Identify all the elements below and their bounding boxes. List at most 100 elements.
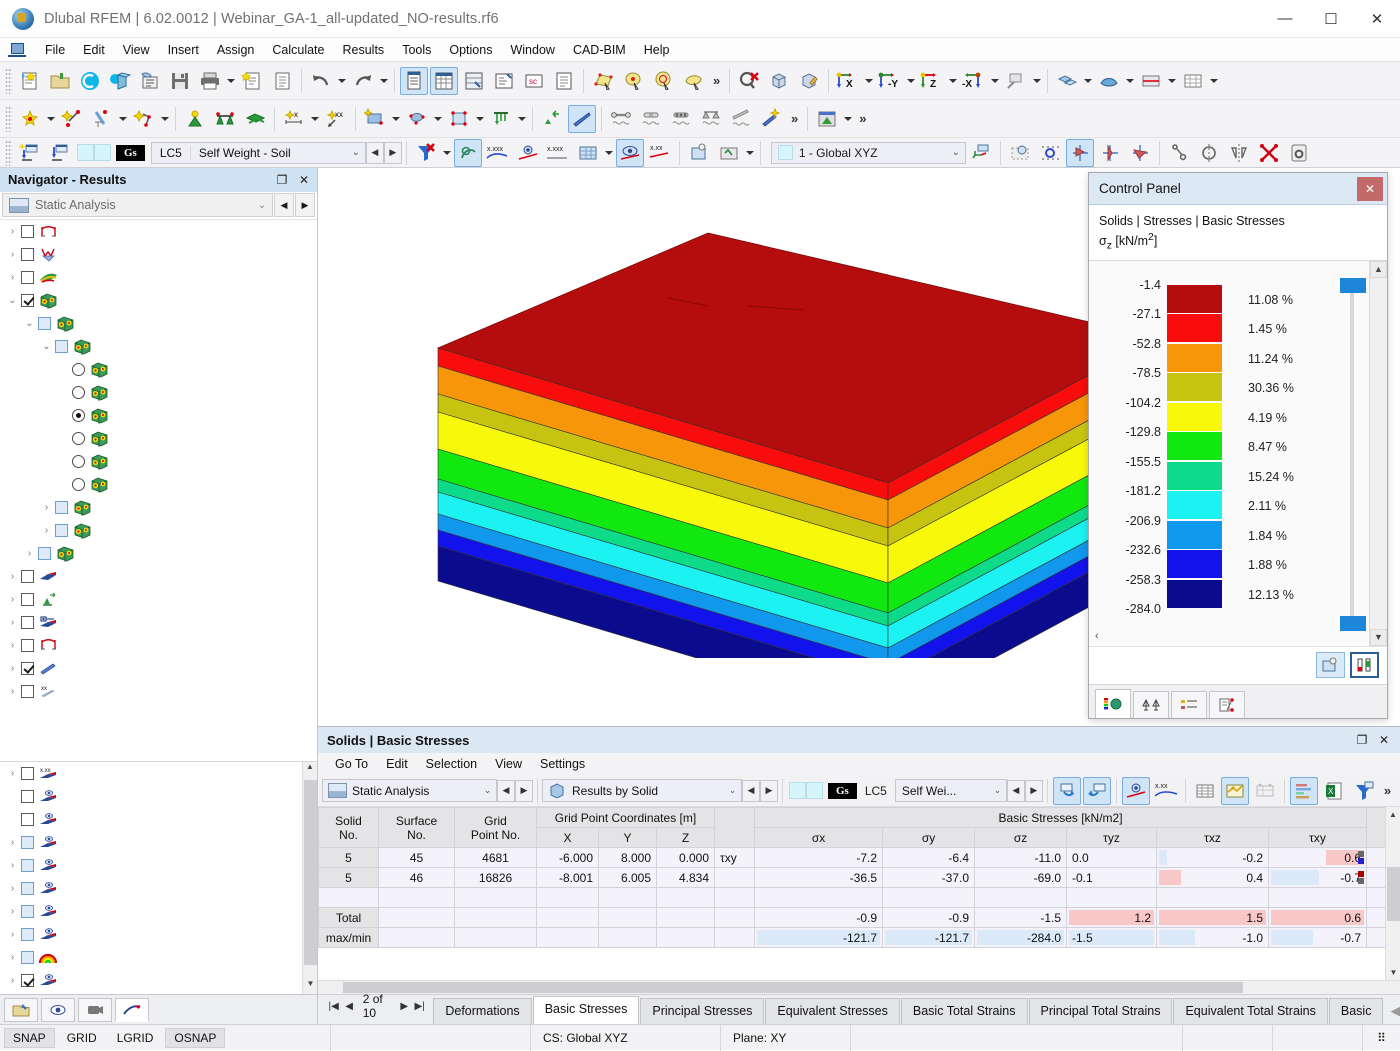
chevron-down-icon[interactable]: ⌄ — [724, 785, 741, 796]
filter-results-icon[interactable] — [412, 139, 440, 167]
show-values-icon[interactable]: x.xx — [1152, 777, 1180, 805]
expand-toggle-icon[interactable]: › — [4, 837, 21, 848]
table-lc-next[interactable]: ▶ — [1025, 780, 1043, 802]
chevron-down-icon[interactable]: ⌄ — [947, 147, 965, 158]
goto-previous-icon[interactable] — [1053, 777, 1081, 805]
result-tab-equivalent-total-strains[interactable]: Equivalent Total Strains — [1173, 998, 1327, 1024]
tree-item-yz[interactable] — [0, 427, 317, 450]
checkbox-checked[interactable] — [21, 974, 34, 987]
toolbar-overflow-1[interactable]: » — [708, 73, 725, 88]
filter-table-icon[interactable] — [1350, 777, 1378, 805]
expand-toggle-icon[interactable]: › — [4, 617, 21, 628]
tree-item-releases[interactable]: › — [0, 611, 317, 634]
line-support-icon[interactable] — [211, 105, 239, 133]
mesh-points-icon[interactable] — [1036, 139, 1064, 167]
result-tab-basic-total-strains[interactable]: Basic Total Strains — [901, 998, 1028, 1024]
expand-toggle-icon[interactable]: ⌄ — [21, 318, 38, 329]
snapshot-dropdown-icon[interactable] — [744, 139, 756, 167]
redo-dropdown-icon[interactable] — [378, 67, 390, 95]
menu-window[interactable]: Window — [501, 40, 563, 60]
cloud-connect-icon[interactable] — [76, 67, 104, 95]
tabs-scroll-left-icon[interactable]: ◀ — [1390, 1003, 1400, 1019]
tree-item-values-on-surfaces[interactable]: › — [0, 923, 317, 946]
new-model-icon[interactable] — [16, 67, 44, 95]
toolbar-overflow-3[interactable]: » — [854, 111, 871, 126]
checkbox[interactable] — [21, 570, 34, 583]
expand-toggle-icon[interactable]: › — [4, 860, 21, 871]
menu-help[interactable]: Help — [635, 40, 679, 60]
checkbox[interactable] — [21, 271, 34, 284]
result-section-icon[interactable] — [568, 105, 596, 133]
analysis-prev-button[interactable]: ◀ — [274, 193, 294, 217]
tree-item-solids[interactable]: ⌄ — [0, 289, 317, 312]
select-circle-icon[interactable] — [649, 67, 677, 95]
print-icon[interactable] — [196, 67, 224, 95]
legend-color-band[interactable] — [1167, 403, 1222, 431]
checkbox-partial[interactable] — [55, 501, 68, 514]
scroll-thumb[interactable] — [1387, 867, 1400, 921]
checkbox-partial[interactable] — [55, 524, 68, 537]
analysis-type-selector[interactable]: Static Analysis ⌄ — [2, 193, 273, 217]
checkbox[interactable] — [21, 248, 34, 261]
opening-dropdown-icon[interactable] — [474, 105, 486, 133]
tree-item-surfaces[interactable]: › — [0, 900, 317, 923]
redo-icon[interactable] — [349, 67, 377, 95]
solid-dropdown-icon[interactable] — [432, 105, 444, 133]
menu-cad-bim[interactable]: CAD-BIM — [564, 40, 635, 60]
tree-item-xy[interactable] — [0, 473, 317, 496]
pager-last-icon[interactable]: ▶| — [414, 1001, 425, 1012]
visibility-eye-icon[interactable] — [616, 139, 644, 167]
menu-tools[interactable]: Tools — [393, 40, 440, 60]
color-legend[interactable]: -1.4-27.1-52.8-78.5-104.2-129.8-155.5-18… — [1089, 261, 1369, 646]
th-tau-xy[interactable]: τxy — [1269, 828, 1367, 848]
deselect-icon[interactable] — [735, 67, 763, 95]
table-float-icon[interactable]: ❐ — [1354, 733, 1370, 747]
cell-tau-xy[interactable]: 0.6 — [1269, 848, 1367, 868]
scroll-thumb-horizontal[interactable] — [343, 982, 1243, 993]
select-surface-icon[interactable] — [589, 67, 617, 95]
menu-file[interactable]: File — [36, 40, 74, 60]
checkbox[interactable] — [21, 639, 34, 652]
view-negy-dropdown-icon[interactable] — [905, 67, 917, 95]
value-xxx-icon[interactable]: x.xxx — [544, 139, 572, 167]
member-dropdown-icon[interactable] — [159, 105, 171, 133]
checkbox-partial[interactable] — [21, 951, 34, 964]
pager-first-icon[interactable]: |◀ — [328, 1001, 339, 1012]
table-menu-settings[interactable]: Settings — [531, 755, 594, 773]
iso-dropdown-icon[interactable] — [603, 139, 615, 167]
checkbox-partial[interactable] — [21, 928, 34, 941]
surface-new-dropdown-icon[interactable] — [390, 105, 402, 133]
tree-item-principal-stresses[interactable]: › — [0, 496, 317, 519]
cell-surface-no[interactable]: 45 — [379, 848, 455, 868]
legend-color-band[interactable] — [1167, 285, 1222, 313]
result-values-label-icon[interactable]: x.xx — [646, 139, 674, 167]
slider-knob-upper[interactable] — [1340, 278, 1366, 293]
expand-toggle-icon[interactable]: ⌄ — [4, 295, 21, 306]
checkbox-partial[interactable] — [21, 836, 34, 849]
table-analysis-prev[interactable]: ◀ — [497, 780, 515, 802]
cell-tau-xy[interactable]: -0.7 — [1269, 868, 1367, 888]
radio-button[interactable] — [72, 386, 85, 399]
document-icon[interactable] — [268, 67, 296, 95]
chevron-down-icon[interactable]: ⌄ — [479, 785, 496, 796]
result-tab-basic-stresses[interactable]: Basic Stresses — [533, 996, 640, 1024]
tree-item-support-reactions[interactable]: › — [0, 992, 317, 994]
model-viewport-3d[interactable]: Control Panel ✕ Solids | Stresses | Basi… — [318, 168, 1400, 726]
pager-prev-icon[interactable]: ◀ — [343, 1001, 354, 1012]
values-xxx-icon[interactable]: x.xxx — [484, 139, 512, 167]
model-info-icon[interactable] — [136, 67, 164, 95]
chevron-down-icon[interactable]: ⌄ — [989, 785, 1006, 796]
toolbar-grip[interactable] — [5, 68, 12, 94]
pager-next-icon[interactable]: ▶ — [399, 1001, 410, 1012]
move-copy-icon[interactable] — [1165, 139, 1193, 167]
view-z-icon[interactable]: Z — [918, 67, 946, 95]
settings-gear-icon[interactable] — [1285, 139, 1313, 167]
cell-sigma-z[interactable]: -11.0 — [975, 848, 1067, 868]
tree-item-result-values[interactable]: ›x.xx — [0, 762, 317, 785]
delete-icon[interactable] — [1255, 139, 1283, 167]
legend-settings-button[interactable] — [1316, 652, 1345, 678]
expand-toggle-icon[interactable]: › — [4, 906, 21, 917]
view-negy-icon[interactable]: -Y — [876, 67, 904, 95]
show-deformation-icon[interactable] — [454, 139, 482, 167]
results-tree-bottom[interactable]: ▲ ▼ ›x.xx›››››››› — [0, 762, 317, 994]
